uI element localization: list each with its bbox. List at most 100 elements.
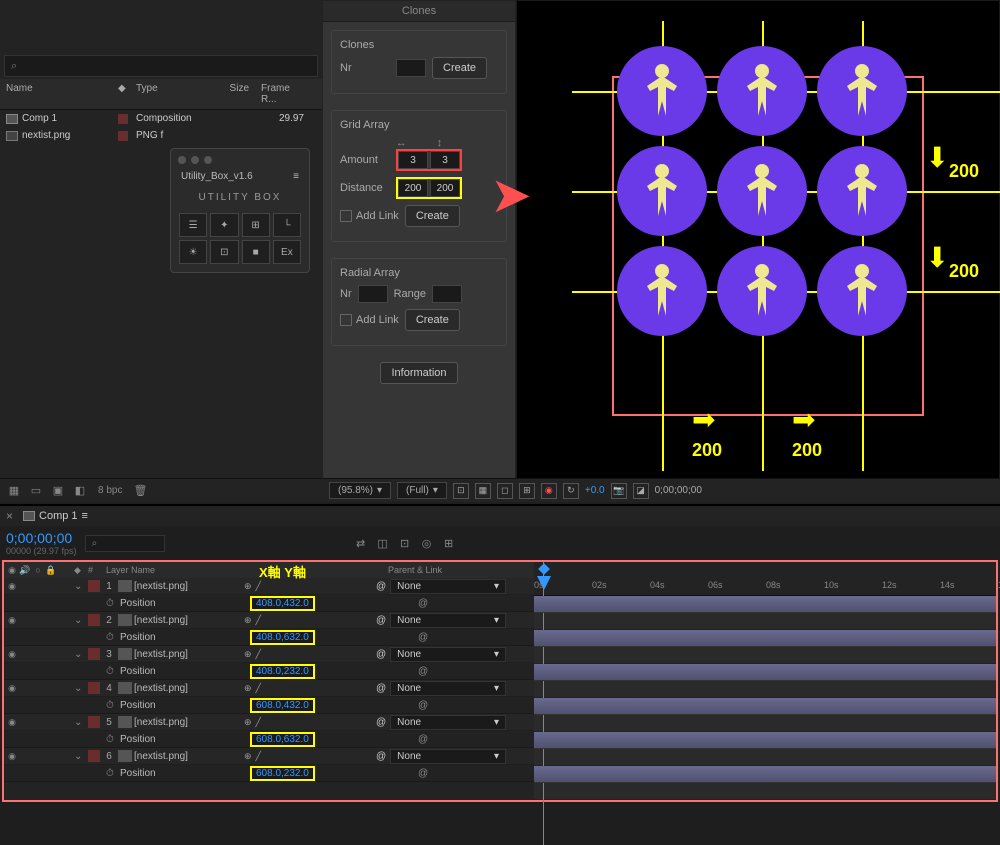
trash-icon[interactable]: 🗑: [132, 484, 148, 498]
expression-pickwhip-icon[interactable]: @: [404, 666, 534, 677]
position-value[interactable]: 608.0,232.0: [250, 766, 315, 781]
property-track[interactable]: [534, 749, 996, 766]
layer-bar[interactable]: [534, 596, 996, 613]
position-value[interactable]: 408.0,632.0: [250, 630, 315, 645]
utility-box-panel[interactable]: Utility_Box_v1.6≡ UTILITY BOX ☰ ✦ ⊞ └ ☀ …: [170, 148, 310, 273]
new-comp-icon[interactable]: ▣: [50, 484, 66, 498]
expression-pickwhip-icon[interactable]: @: [404, 632, 534, 643]
col-framerate[interactable]: Frame R...: [255, 81, 310, 107]
parent-dropdown[interactable]: None▾: [390, 749, 506, 764]
pickwhip-icon[interactable]: @: [376, 683, 386, 694]
grid-add-link-checkbox[interactable]: Add Link: [340, 210, 399, 222]
layer-row[interactable]: ◉ ⌄ 5 [nextist.png] ⊕╱ @None▾: [4, 714, 534, 731]
color-label[interactable]: [88, 648, 100, 660]
motion-blur-icon[interactable]: ◎: [419, 535, 435, 551]
timeline-tab[interactable]: Comp 1 ≡: [19, 508, 92, 524]
tool-camera-button[interactable]: ■: [242, 240, 270, 264]
grid-distance-x-input[interactable]: [398, 179, 428, 197]
mask-icon[interactable]: ◻: [497, 483, 513, 499]
window-controls[interactable]: [175, 153, 305, 167]
composition-viewer[interactable]: ⬇ 200 ⬇ 200 ➡ 200 ➡ 200: [516, 0, 1000, 502]
position-value[interactable]: 408.0,432.0: [250, 596, 315, 611]
parent-dropdown[interactable]: None▾: [390, 647, 506, 662]
parent-dropdown[interactable]: None▾: [390, 681, 506, 696]
col-type[interactable]: Type: [130, 81, 200, 107]
clone-instance[interactable]: [617, 146, 707, 236]
exposure-value[interactable]: +0.0: [585, 485, 605, 496]
radial-create-button[interactable]: Create: [405, 309, 460, 331]
property-track[interactable]: [534, 613, 996, 630]
reset-exposure-icon[interactable]: ↻: [563, 483, 579, 499]
property-track[interactable]: [534, 715, 996, 732]
property-row[interactable]: ⏱ Position 408.0,232.0 @: [4, 663, 534, 680]
position-value[interactable]: 608.0,632.0: [250, 732, 315, 747]
pickwhip-icon[interactable]: @: [376, 751, 386, 762]
position-value[interactable]: 408.0,232.0: [250, 664, 315, 679]
timeline-tracks[interactable]: 0s02s04s06s08s10s12s14s16: [534, 562, 996, 800]
interpret-footage-icon[interactable]: ▦: [6, 484, 22, 498]
stopwatch-icon[interactable]: ⏱: [106, 666, 120, 677]
layer-bar[interactable]: [534, 766, 996, 783]
expression-pickwhip-icon[interactable]: @: [404, 598, 534, 609]
frame-blend-icon[interactable]: ⊡: [397, 535, 413, 551]
property-row[interactable]: ⏱ Position 608.0,232.0 @: [4, 765, 534, 782]
col-size[interactable]: Size: [200, 81, 255, 107]
clone-instance[interactable]: [617, 46, 707, 136]
property-track[interactable]: [534, 647, 996, 664]
channel-icon[interactable]: ◉: [541, 483, 557, 499]
grid-create-button[interactable]: Create: [405, 205, 460, 227]
expression-pickwhip-icon[interactable]: @: [404, 768, 534, 779]
new-folder-icon[interactable]: ▭: [28, 484, 44, 498]
pickwhip-icon[interactable]: @: [376, 581, 386, 592]
menu-icon[interactable]: ≡: [82, 510, 88, 522]
close-tab-button[interactable]: ×: [6, 509, 13, 523]
bpc-label[interactable]: 8 bpc: [94, 485, 126, 496]
guides-icon[interactable]: ⊞: [519, 483, 535, 499]
color-label[interactable]: [88, 682, 100, 694]
resolution-dropdown[interactable]: (Full)▾: [397, 482, 447, 499]
tool-extra-button[interactable]: Ex: [273, 240, 301, 264]
clones-nr-input[interactable]: [396, 59, 426, 77]
stopwatch-icon[interactable]: ⏱: [106, 598, 120, 609]
twirl-icon[interactable]: ⌄: [74, 683, 86, 694]
twirl-icon[interactable]: ⌄: [74, 717, 86, 728]
radial-nr-input[interactable]: [358, 285, 388, 303]
tool-corner-button[interactable]: └: [273, 213, 301, 237]
property-row[interactable]: ⏱ Position 608.0,432.0 @: [4, 697, 534, 714]
graph-editor-icon[interactable]: ⊞: [441, 535, 457, 551]
composition-flowchart-icon[interactable]: ⇄: [353, 535, 369, 551]
property-row[interactable]: ⏱ Position 608.0,632.0 @: [4, 731, 534, 748]
information-button[interactable]: Information: [380, 362, 457, 384]
col-name[interactable]: Name: [0, 81, 112, 107]
preview-timecode[interactable]: 0;00;00;00: [655, 485, 702, 496]
property-track[interactable]: [534, 783, 996, 800]
stopwatch-icon[interactable]: ⏱: [106, 632, 120, 643]
layer-row[interactable]: ◉ ⌄ 3 [nextist.png] ⊕╱ @None▾: [4, 646, 534, 663]
grid-amount-y-input[interactable]: [430, 151, 460, 169]
pickwhip-icon[interactable]: @: [376, 615, 386, 626]
expression-pickwhip-icon[interactable]: @: [404, 734, 534, 745]
layer-bar[interactable]: [534, 732, 996, 749]
zoom-dropdown[interactable]: (95.8%)▾: [329, 482, 391, 499]
tool-grid2-button[interactable]: ⊡: [210, 240, 238, 264]
color-label[interactable]: [118, 114, 128, 124]
clone-instance[interactable]: [817, 46, 907, 136]
color-label[interactable]: [88, 580, 100, 592]
layer-row[interactable]: ◉ ⌄ 4 [nextist.png] ⊕╱ @None▾: [4, 680, 534, 697]
property-track[interactable]: [534, 681, 996, 698]
property-row[interactable]: ⏱ Position 408.0,432.0 @: [4, 595, 534, 612]
clone-instance[interactable]: [717, 46, 807, 136]
twirl-icon[interactable]: ⌄: [74, 649, 86, 660]
expression-pickwhip-icon[interactable]: @: [404, 700, 534, 711]
project-search[interactable]: [4, 55, 318, 77]
twirl-icon[interactable]: ⌄: [74, 581, 86, 592]
tool-anchor-button[interactable]: ✦: [210, 213, 238, 237]
twirl-icon[interactable]: ⌄: [74, 751, 86, 762]
grid-distance-y-input[interactable]: [430, 179, 460, 197]
parent-dropdown[interactable]: None▾: [390, 613, 506, 628]
position-value[interactable]: 608.0,432.0: [250, 698, 315, 713]
pickwhip-icon[interactable]: @: [376, 717, 386, 728]
stopwatch-icon[interactable]: ⏱: [106, 734, 120, 745]
draft3d-icon[interactable]: ◫: [375, 535, 391, 551]
radial-add-link-checkbox[interactable]: Add Link: [340, 314, 399, 326]
